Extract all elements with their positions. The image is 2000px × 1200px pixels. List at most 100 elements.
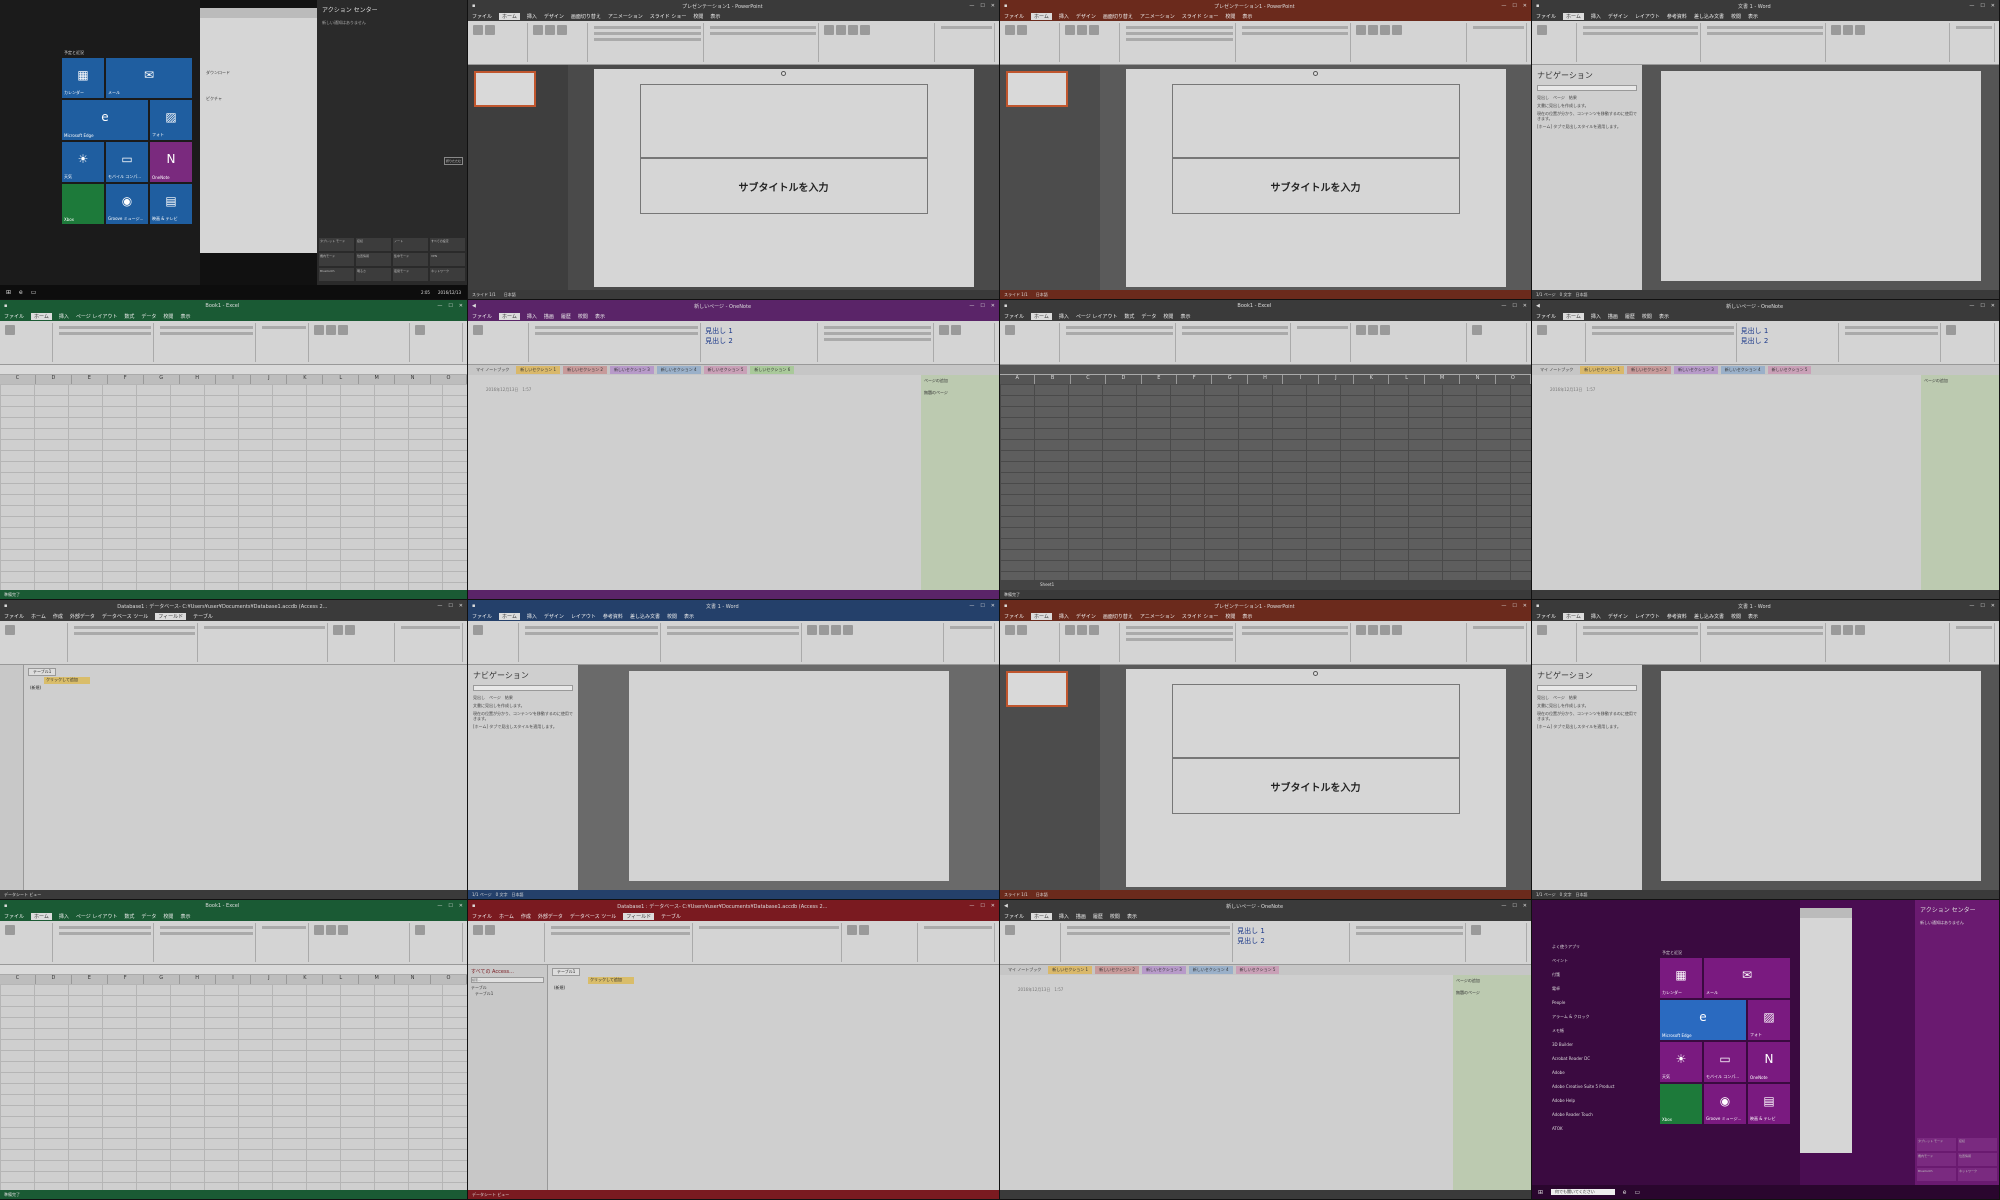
tab-file[interactable]: ファイル: [1536, 613, 1556, 620]
tile-photos[interactable]: ▨ フォト: [1748, 1000, 1790, 1040]
tile-xbox[interactable]: Xbox: [62, 184, 104, 224]
tab-insert[interactable]: 挿入: [527, 613, 537, 620]
tab-transitions[interactable]: 画面切り替え: [571, 13, 601, 20]
close-icon[interactable]: ✕: [991, 303, 995, 309]
close-icon[interactable]: ✕: [459, 303, 463, 309]
tab-insert[interactable]: 挿入: [1059, 13, 1069, 20]
tab-create[interactable]: 作成: [53, 613, 63, 620]
app-acrobat[interactable]: Acrobat Reader DC: [1552, 1052, 1642, 1066]
tab-external[interactable]: 外部データ: [538, 913, 563, 920]
tab-insert[interactable]: 挿入: [1591, 613, 1601, 620]
app-notepad[interactable]: メモ帳: [1552, 1024, 1642, 1038]
windows-start-icon[interactable]: ⊞: [1538, 1189, 1543, 1196]
qa-airplane[interactable]: 機内モード: [319, 253, 354, 266]
notebook-selector[interactable]: マイ ノートブック: [1004, 966, 1045, 974]
cell-grid[interactable]: [0, 384, 467, 590]
tab-formulas[interactable]: 数式: [1124, 313, 1134, 320]
qa-bluetooth[interactable]: Bluetooth: [1917, 1168, 1956, 1181]
tab-transitions[interactable]: 画面切り替え: [1103, 13, 1133, 20]
maximize-icon[interactable]: ☐: [1980, 3, 1984, 9]
close-icon[interactable]: ✕: [991, 903, 995, 909]
qa-brightness[interactable]: 明るさ: [356, 268, 391, 281]
qa-focus[interactable]: 集中モード: [393, 253, 428, 266]
new-record[interactable]: (新規): [30, 685, 41, 691]
tab-home[interactable]: ホーム: [31, 313, 52, 320]
qa-network[interactable]: ネットワーク: [430, 268, 465, 281]
nav-item-table1[interactable]: テーブル1: [471, 991, 544, 997]
cell-grid[interactable]: [0, 984, 467, 1190]
tile-xbox[interactable]: Xbox: [1660, 1084, 1702, 1124]
nav-search-input[interactable]: 検索...: [471, 977, 544, 983]
slide-thumbnail[interactable]: [1006, 671, 1068, 707]
tab-view[interactable]: 表示: [1180, 313, 1190, 320]
edge-taskbar-icon[interactable]: e: [1623, 1189, 1627, 1196]
close-icon[interactable]: ✕: [1523, 903, 1527, 909]
qa-connect[interactable]: 接続: [356, 238, 391, 251]
tab-page-layout[interactable]: ページ レイアウト: [1076, 313, 1118, 320]
maximize-icon[interactable]: ☐: [448, 303, 452, 309]
minimize-icon[interactable]: —: [1501, 903, 1506, 909]
tab-home[interactable]: ホーム: [1031, 313, 1052, 320]
slide-thumbnail[interactable]: [474, 71, 536, 107]
close-icon[interactable]: ✕: [1991, 3, 1995, 9]
tile-weather[interactable]: ☀ 天気: [1660, 1042, 1702, 1082]
slide-canvas[interactable]: サブタイトルを入力: [1125, 68, 1506, 287]
nav-tabs[interactable]: 見出し ページ 結果: [1537, 695, 1637, 700]
tab-design[interactable]: デザイン: [1076, 13, 1096, 20]
tile-calendar[interactable]: ▦ カレンダー: [62, 58, 104, 98]
tab-table[interactable]: テーブル: [193, 613, 213, 620]
heading1-style[interactable]: 見出し 1: [1237, 926, 1349, 936]
tab-animations[interactable]: アニメーション: [1140, 13, 1175, 20]
tab-review[interactable]: 校閲: [163, 913, 173, 920]
app-atok[interactable]: ATOK: [1552, 1122, 1642, 1136]
close-icon[interactable]: ✕: [991, 603, 995, 609]
tab-layout[interactable]: レイアウト: [1635, 613, 1660, 620]
tab-view[interactable]: 表示: [684, 613, 694, 620]
nav-pane-title[interactable]: すべての Access...: [471, 968, 544, 975]
minimize-icon[interactable]: —: [969, 303, 974, 309]
maximize-icon[interactable]: ☐: [980, 603, 984, 609]
tab-formulas[interactable]: 数式: [124, 313, 134, 320]
folder-taskbar-icon[interactable]: ▭: [31, 289, 37, 296]
maximize-icon[interactable]: ☐: [1980, 303, 1984, 309]
title-placeholder[interactable]: [639, 83, 928, 158]
tab-home[interactable]: ホーム: [1563, 313, 1584, 320]
tab-insert[interactable]: 挿入: [59, 913, 69, 920]
new-record[interactable]: (新規): [554, 985, 565, 991]
tab-insert[interactable]: 挿入: [527, 313, 537, 320]
section-tab-5[interactable]: 新しいセクション 5: [1235, 966, 1280, 974]
title-placeholder[interactable]: [1171, 83, 1460, 158]
close-icon[interactable]: ✕: [459, 603, 463, 609]
app-calculator[interactable]: 電卓: [1552, 982, 1642, 996]
tab-insert[interactable]: 挿入: [59, 313, 69, 320]
section-tab-1[interactable]: 新しいセクション 1: [1048, 966, 1093, 974]
tab-view[interactable]: 表示: [1242, 613, 1252, 620]
formula-bar[interactable]: [0, 365, 467, 375]
minimize-icon[interactable]: —: [1501, 3, 1506, 9]
table-tab[interactable]: テーブル1: [28, 668, 57, 676]
tab-file[interactable]: ファイル: [4, 313, 24, 320]
qa-settings[interactable]: すべての設定: [430, 238, 465, 251]
qa-note[interactable]: ノート: [393, 238, 428, 251]
tab-home[interactable]: ホーム: [31, 613, 46, 620]
tab-review[interactable]: 校閲: [693, 13, 703, 20]
rotate-handle[interactable]: [1312, 70, 1318, 76]
tab-history[interactable]: 履歴: [1625, 313, 1635, 320]
app-cs5[interactable]: Adobe Creative Suite 5 Product: [1552, 1080, 1642, 1094]
tab-home[interactable]: ホーム: [1031, 913, 1052, 920]
qa-tablet[interactable]: タブレット モード: [319, 238, 354, 251]
maximize-icon[interactable]: ☐: [1512, 303, 1516, 309]
add-page-button[interactable]: ページの追加: [1924, 378, 1996, 384]
tab-fields[interactable]: フィールド: [623, 913, 655, 920]
tab-review[interactable]: 校閲: [1110, 913, 1120, 920]
tab-layout[interactable]: レイアウト: [571, 613, 596, 620]
tab-dbtools[interactable]: データベース ツール: [570, 913, 616, 920]
section-tab-5[interactable]: 新しいセクション 5: [1767, 366, 1812, 374]
tab-insert[interactable]: 挿入: [1591, 13, 1601, 20]
section-tab-3[interactable]: 新しいセクション 3: [1141, 966, 1186, 974]
maximize-icon[interactable]: ☐: [980, 303, 984, 309]
tab-file[interactable]: ファイル: [1004, 313, 1024, 320]
tab-mailings[interactable]: 差し込み文書: [630, 613, 660, 620]
tab-mailings[interactable]: 差し込み文書: [1694, 13, 1724, 20]
minimize-icon[interactable]: —: [437, 603, 442, 609]
